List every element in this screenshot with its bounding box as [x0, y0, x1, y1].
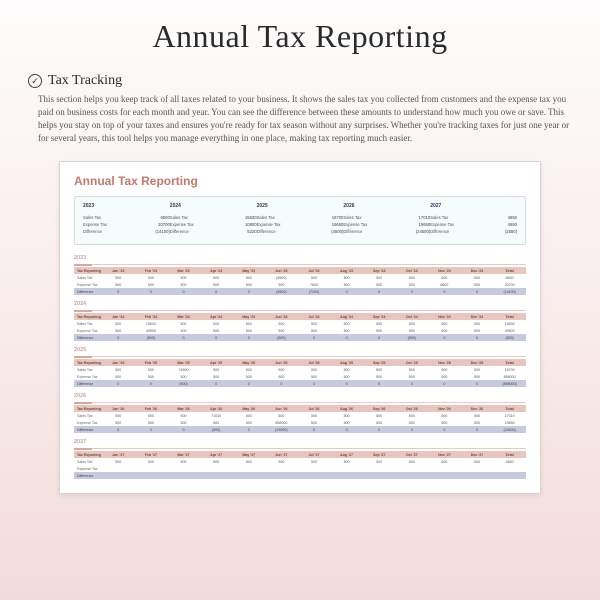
summary-row: Expense Tax19650 — [343, 222, 430, 227]
summary-column: 2024 Sales Tax15630 Expense Tax10800 Differ… — [170, 203, 257, 236]
year-block: 2023 Tax ReportingJan '23Feb '23Mar '23Ap… — [74, 255, 526, 295]
summary-row: Sales Tax6500 — [83, 215, 170, 220]
template-title: Annual Tax Reporting — [74, 174, 526, 188]
year-divider — [74, 448, 526, 449]
summary-row: Expense Tax20700 — [83, 222, 170, 227]
template-preview-card: Annual Tax Reporting 2023Sales Tax6500Ex… — [59, 161, 541, 494]
summary-column: 2023 Sales Tax6500 Expense Tax20700 Differe… — [83, 203, 170, 236]
year-divider — [74, 402, 526, 403]
table-row: Sales Tax5005005005005005005005005005005… — [74, 458, 526, 465]
table-row: Expense Tax50050050050050050050050050050… — [74, 373, 526, 380]
year-divider — [74, 356, 526, 357]
year-block: 2024 Tax ReportingJan '24Feb '24Mar '24Ap… — [74, 301, 526, 341]
year-block: 2026 Tax ReportingJan '26Feb '26Mar '26Ap… — [74, 393, 526, 433]
table-row: Expense Tax50049500500500500500500500500… — [74, 327, 526, 334]
year-table: Tax ReportingJan '23Feb '23Mar '23Apr '2… — [74, 267, 526, 295]
summary-row: Expense Tax10800 — [170, 222, 257, 227]
summary-row: Expense Tax4650 — [430, 222, 517, 227]
summary-year: 2025 — [257, 203, 344, 209]
summary-column: 2026 Sales Tax17010 Expense Tax19650 Differ… — [343, 203, 430, 236]
year-label: 2023 — [74, 255, 526, 261]
check-circle-icon: ✓ — [28, 74, 42, 88]
summary-year: 2027 — [430, 203, 517, 209]
table-row: Difference000(500)0(24500)000000(24500) — [74, 426, 526, 433]
summary-column: 2027 Sales Tax4650 Expense Tax4650 Differen… — [430, 203, 517, 236]
year-block: 2025 Tax ReportingJan '25Feb '25Mar '25Ap… — [74, 347, 526, 387]
table-row: Difference00000(8500)(7100)00000(14100) — [74, 288, 526, 295]
year-divider — [74, 264, 526, 265]
year-label: 2024 — [74, 301, 526, 307]
table-row: Sales Tax500500500500500(8500)5005005005… — [74, 274, 526, 281]
year-divider — [74, 310, 526, 311]
table-row: Difference — [74, 472, 526, 479]
summary-row: Expense Tax16650 — [257, 222, 344, 227]
summary-row: Sales Tax4650 — [430, 215, 517, 220]
year-table: Tax ReportingJan '27Feb '27Mar '27Apr '2… — [74, 451, 526, 479]
summary-year: 2026 — [343, 203, 430, 209]
table-row: Expense Tax50050050050050085800050050050… — [74, 419, 526, 426]
summary-row: Difference(14100) — [83, 229, 170, 234]
summary-column: 2025 Sales Tax16700 Expense Tax16650 Differ… — [257, 203, 344, 236]
summary-row: Difference(4500) — [257, 229, 344, 234]
summary-row: Difference5220 — [170, 229, 257, 234]
section-heading: ✓ Tax Tracking — [28, 73, 572, 89]
section-intro: This section helps you keep track of all… — [38, 93, 572, 145]
year-label: 2026 — [74, 393, 526, 399]
year-table: Tax ReportingJan '25Feb '25Mar '25Apr '2… — [74, 359, 526, 387]
table-row: Sales Tax5001563050050050050050050050050… — [74, 320, 526, 327]
summary-row: Sales Tax17010 — [343, 215, 430, 220]
table-row: Sales Tax5005005007101050050050050050050… — [74, 412, 526, 419]
summary-year: 2023 — [83, 203, 170, 209]
summary-year: 2024 — [170, 203, 257, 209]
year-table: Tax ReportingJan '24Feb '24Mar '24Apr '2… — [74, 313, 526, 341]
summary-row: Difference(2550) — [430, 229, 517, 234]
year-label: 2027 — [74, 439, 526, 445]
table-row: Expense Tax50050050050050050076005005005… — [74, 281, 526, 288]
table-row: Sales Tax5005007450050050050050050050050… — [74, 366, 526, 373]
year-label: 2025 — [74, 347, 526, 353]
table-row: Expense Tax — [74, 465, 526, 472]
summary-row: Sales Tax16700 — [257, 215, 344, 220]
table-row: Difference00(500)000000000(858000) — [74, 380, 526, 387]
summary-row: Difference(24500) — [343, 229, 430, 234]
year-block: 2027 Tax ReportingJan '27Feb '27Mar '27Ap… — [74, 439, 526, 479]
table-row: Difference0(500)000(500)000(500)00(500) — [74, 334, 526, 341]
page-title: Annual Tax Reporting — [28, 18, 572, 55]
summary-box: 2023Sales Tax6500Expense Tax20700Differe… — [74, 196, 526, 245]
summary-row: Sales Tax15630 — [170, 215, 257, 220]
section-heading-text: Tax Tracking — [48, 73, 122, 89]
year-table: Tax ReportingJan '26Feb '26Mar '26Apr '2… — [74, 405, 526, 433]
